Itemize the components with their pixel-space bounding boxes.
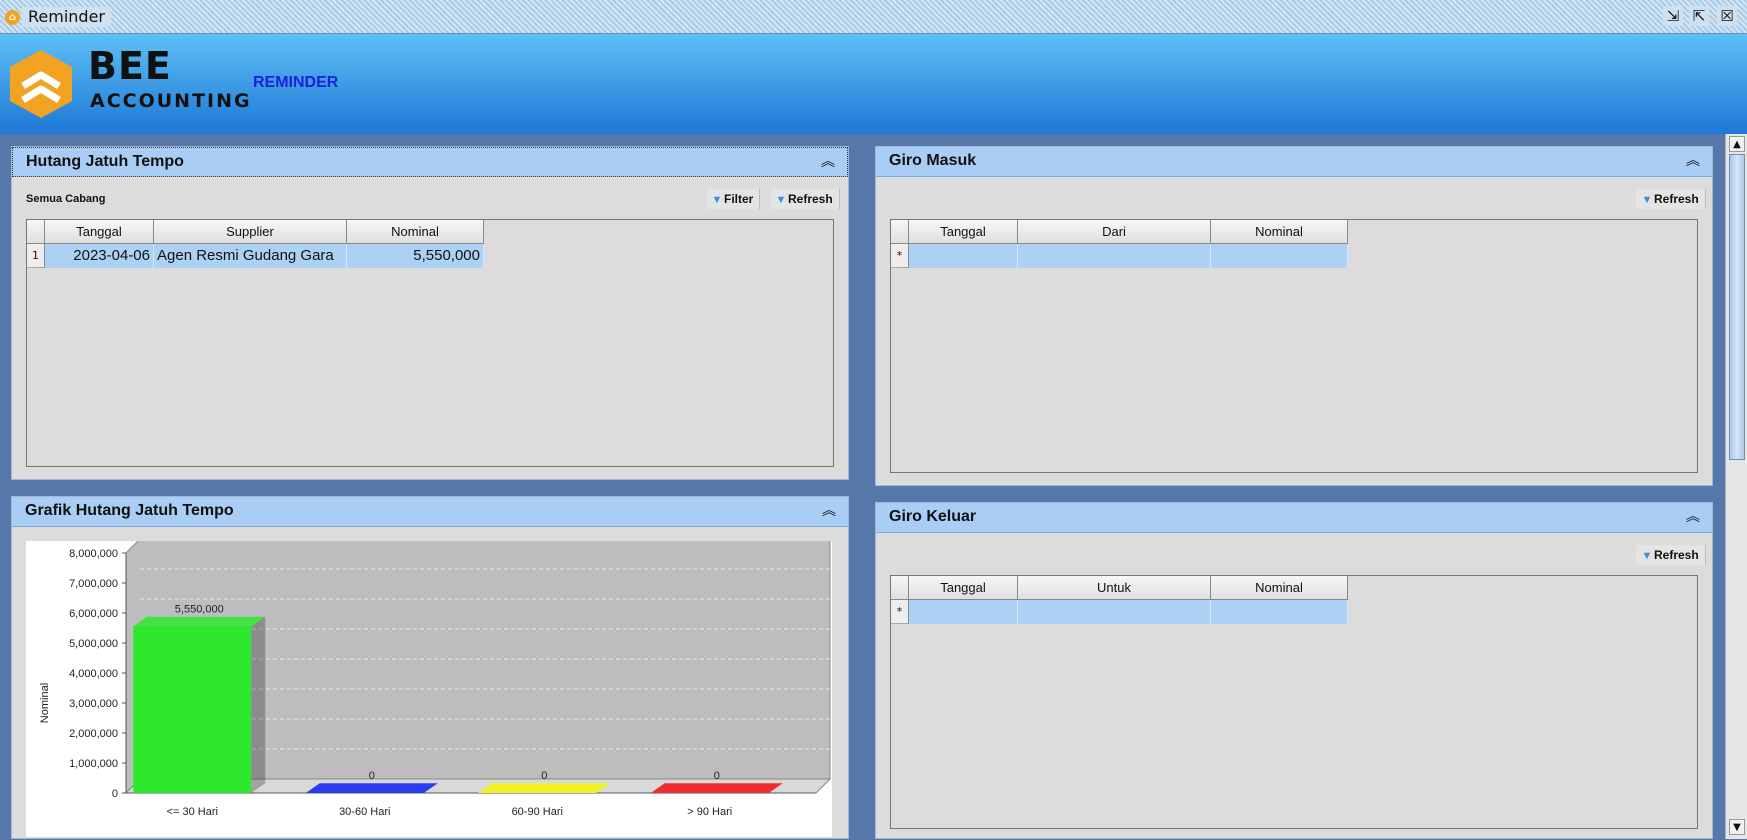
bar [650, 783, 783, 793]
table-cell-untuk[interactable] [1018, 600, 1211, 624]
refresh-button[interactable]: ▼ Refresh [1636, 545, 1706, 565]
bar-side [251, 616, 266, 793]
refresh-button[interactable]: ▼ Refresh [770, 189, 840, 209]
logo-text-bee: BEE [88, 44, 172, 88]
giro-masuk-panel: Giro Masuk ︽ ▼ Refresh Tanggal Dari Nomin… [875, 146, 1713, 486]
table-cell-nominal[interactable] [1211, 244, 1348, 268]
panel-title: Giro Keluar [889, 508, 977, 525]
y-tick-label: 6,000,000 [69, 608, 118, 620]
hutang-panel-header[interactable]: Hutang Jatuh Tempo ︽ [12, 147, 848, 177]
filter-button-label: Filter [724, 192, 754, 206]
table-cell-tanggal[interactable] [909, 600, 1018, 624]
funnel-icon: ▼ [1641, 194, 1653, 206]
panel-title: Hutang Jatuh Tempo [26, 153, 184, 170]
window-titlebar: ⌂ Reminder ⇲ ⇱ ☒ [0, 0, 1747, 34]
app-logo-icon: ⌂ [5, 10, 20, 25]
x-tick-label: > 90 Hari [687, 806, 732, 818]
giro-keluar-panel-header[interactable]: Giro Keluar ︽ [876, 503, 1712, 533]
bar-chart: 0 1,000,000 2,000,000 3,000,000 4,000,000 5,0… [39, 538, 832, 818]
new-row-marker[interactable]: * [891, 600, 909, 624]
column-header-supplier[interactable]: Supplier [154, 220, 347, 244]
y-tick-label: 4,000,000 [69, 668, 118, 680]
table-cell-supplier[interactable]: Agen Resmi Gudang Gara [154, 244, 347, 268]
logo-text-accounting: ACCOUNTING [90, 90, 252, 112]
refresh-button-label: Refresh [788, 192, 833, 206]
collapse-icon[interactable]: ︽ [1686, 508, 1700, 526]
scroll-down-icon[interactable]: ▼ [1729, 819, 1745, 835]
bar [133, 626, 252, 793]
column-header-tanggal[interactable]: Tanggal [45, 220, 154, 244]
refresh-button-label: Refresh [1654, 548, 1699, 562]
data-label: 0 [714, 770, 720, 782]
scrollbar-thumb[interactable] [1729, 154, 1745, 460]
scroll-up-icon[interactable]: ▲ [1729, 136, 1745, 152]
table-cell-nominal[interactable] [1211, 600, 1348, 624]
bar [478, 783, 611, 793]
y-tick-label: 7,000,000 [69, 578, 118, 590]
panel-title: Grafik Hutang Jatuh Tempo [25, 502, 234, 519]
y-axis-label: Nominal [39, 683, 51, 723]
column-header-untuk[interactable]: Untuk [1018, 576, 1211, 600]
grafik-panel: Grafik Hutang Jatuh Tempo ︽ 0 1,000,000 2,… [11, 496, 849, 839]
table-cell-tanggal[interactable]: 2023-04-06 [45, 244, 154, 268]
y-tick-label: 0 [112, 788, 118, 800]
funnel-icon: ▼ [1641, 550, 1653, 562]
column-header-nominal[interactable]: Nominal [347, 220, 484, 244]
row-header-corner [891, 220, 909, 244]
filter-button[interactable]: ▼ Filter [706, 189, 761, 209]
y-tick-label: 2,000,000 [69, 728, 118, 740]
grafik-panel-header[interactable]: Grafik Hutang Jatuh Tempo ︽ [12, 497, 848, 527]
x-tick-label: 30-60 Hari [339, 806, 390, 818]
y-tick-label: 8,000,000 [69, 548, 118, 560]
data-label: 5,550,000 [175, 604, 224, 616]
bee-logo-icon [10, 50, 72, 118]
collapse-icon[interactable]: ︽ [822, 502, 836, 520]
row-number[interactable]: 1 [27, 244, 45, 268]
data-label: 0 [369, 770, 375, 782]
page-title: REMINDER [253, 74, 339, 91]
chart-container: 0 1,000,000 2,000,000 3,000,000 4,000,000 5,0… [26, 538, 832, 837]
bar-top [133, 616, 266, 627]
refresh-button[interactable]: ▼ Refresh [1636, 189, 1706, 209]
y-tick-label: 1,000,000 [69, 758, 118, 770]
close-icon[interactable]: ☒ [1717, 6, 1737, 26]
window-title: Reminder [22, 7, 111, 27]
column-header-tanggal[interactable]: Tanggal [909, 576, 1018, 600]
collapse-icon[interactable]: ︽ [1686, 152, 1700, 170]
column-header-nominal[interactable]: Nominal [1211, 220, 1348, 244]
bar [305, 783, 438, 793]
refresh-button-label: Refresh [1654, 192, 1699, 206]
column-header-nominal[interactable]: Nominal [1211, 576, 1348, 600]
branch-label: Semua Cabang [26, 193, 106, 205]
giro-masuk-grid[interactable]: Tanggal Dari Nominal * [890, 219, 1698, 473]
hutang-panel: Hutang Jatuh Tempo ︽ Semua Cabang ▼ Filte… [11, 146, 849, 480]
panel-title: Giro Masuk [889, 152, 977, 169]
giro-keluar-grid[interactable]: Tanggal Untuk Nominal * [890, 575, 1698, 829]
column-header-dari[interactable]: Dari [1018, 220, 1211, 244]
funnel-icon: ▼ [775, 194, 787, 206]
hutang-grid[interactable]: Tanggal Supplier Nominal 1 2023-04-06 Ag… [26, 219, 834, 467]
row-header-corner [27, 220, 45, 244]
collapse-icon[interactable]: ︽ [821, 153, 835, 171]
vertical-scrollbar[interactable]: ▲ ▼ [1725, 134, 1747, 839]
popout-icon[interactable]: ⇱ [1689, 6, 1709, 26]
table-cell-tanggal[interactable] [909, 244, 1018, 268]
table-cell-dari[interactable] [1018, 244, 1211, 268]
table-cell-nominal[interactable]: 5,550,000 [347, 244, 484, 268]
header-banner: BEE ACCOUNTING REMINDER [0, 34, 1747, 134]
y-tick-label: 3,000,000 [69, 698, 118, 710]
data-label: 0 [541, 770, 547, 782]
giro-masuk-panel-header[interactable]: Giro Masuk ︽ [876, 147, 1712, 177]
restore-icon[interactable]: ⇲ [1663, 6, 1683, 26]
x-tick-label: <= 30 Hari [167, 806, 218, 818]
giro-keluar-panel: Giro Keluar ︽ ▼ Refresh Tanggal Untuk Nom… [875, 502, 1713, 839]
column-header-tanggal[interactable]: Tanggal [909, 220, 1018, 244]
y-tick-label: 5,000,000 [69, 638, 118, 650]
funnel-icon: ▼ [711, 194, 723, 206]
x-tick-label: 60-90 Hari [512, 806, 563, 818]
new-row-marker[interactable]: * [891, 244, 909, 268]
row-header-corner [891, 576, 909, 600]
